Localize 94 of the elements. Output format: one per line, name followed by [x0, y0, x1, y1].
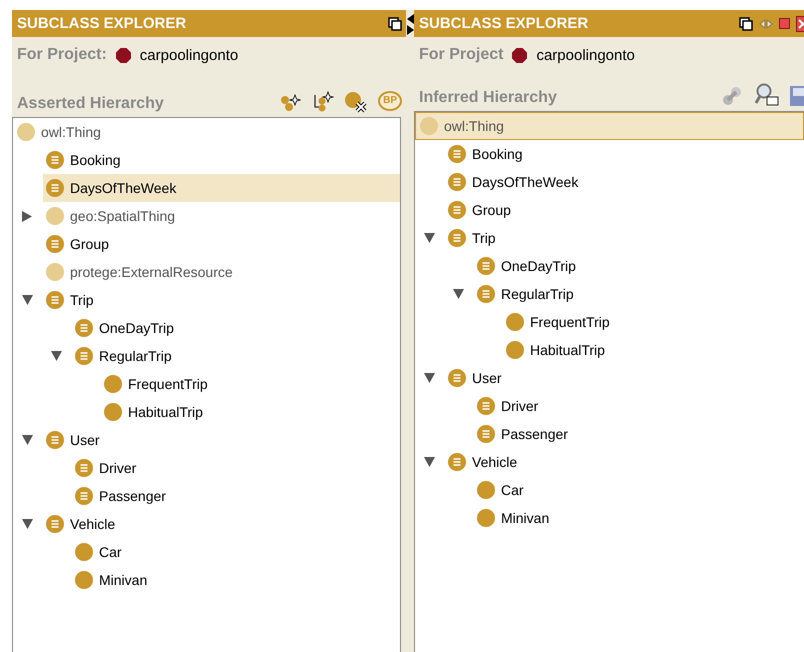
defined-class-icon	[46, 431, 64, 449]
tree-item[interactable]: RegularTrip	[477, 280, 804, 308]
class-icon	[104, 375, 122, 393]
expanded-arrow-icon[interactable]	[424, 457, 435, 467]
tree-item[interactable]: User	[448, 364, 804, 392]
tree-item[interactable]: Booking	[46, 146, 400, 174]
tree-item[interactable]: Passenger	[75, 482, 400, 510]
tree-item[interactable]: OneDayTrip	[75, 314, 400, 342]
defined-class-icon	[448, 145, 466, 163]
tree-item[interactable]: HabitualTrip	[104, 398, 400, 426]
project-label: For Project:	[17, 46, 107, 64]
hierarchy-label: Inferred Hierarchy	[419, 89, 557, 107]
tree-item[interactable]: HabitualTrip	[506, 336, 804, 364]
splitter-arrows-icon[interactable]	[406, 12, 414, 36]
class-icon	[17, 123, 35, 141]
expanded-arrow-icon[interactable]	[453, 289, 464, 299]
defined-class-icon	[75, 459, 93, 477]
defined-class-icon	[448, 453, 466, 471]
defined-class-icon	[477, 285, 495, 303]
tree-item[interactable]: Vehicle	[448, 448, 804, 476]
tree-item[interactable]: Vehicle	[46, 510, 400, 538]
add-sibling-icon[interactable]	[312, 91, 334, 113]
expanded-arrow-icon[interactable]	[51, 351, 62, 361]
tree-item[interactable]: DaysOfTheWeek	[448, 168, 804, 196]
expanded-arrow-icon[interactable]	[424, 373, 435, 383]
delete-class-icon[interactable]	[344, 91, 368, 113]
expanded-arrow-icon[interactable]	[22, 295, 33, 305]
class-icon	[420, 117, 438, 135]
tree-item[interactable]: owl:Thing	[417, 113, 803, 139]
close-icon[interactable]	[796, 16, 804, 32]
tree-item[interactable]: DaysOfTheWeek	[43, 174, 400, 202]
tree-item[interactable]: protege:ExternalResource	[46, 258, 400, 286]
class-icon	[46, 263, 64, 281]
panel-title: SUBCLASS EXPLORER	[17, 15, 186, 32]
project-icon	[512, 48, 528, 62]
maximize-icon[interactable]	[739, 16, 753, 30]
defined-class-icon	[448, 229, 466, 247]
tree-item[interactable]: Car	[477, 476, 804, 504]
minimize-icon[interactable]	[779, 18, 790, 29]
class-icon	[75, 543, 93, 561]
defined-class-icon	[477, 397, 495, 415]
tree-item[interactable]: Group	[46, 230, 400, 258]
class-icon	[477, 509, 495, 527]
split-icon[interactable]	[759, 18, 773, 28]
defined-class-icon	[46, 151, 64, 169]
class-icon	[104, 403, 122, 421]
defined-class-icon	[75, 347, 93, 365]
defined-class-icon	[75, 319, 93, 337]
collapsed-arrow-icon[interactable]	[22, 210, 32, 222]
defined-class-icon	[448, 201, 466, 219]
project-label: For Project	[419, 46, 504, 64]
class-icon	[506, 341, 524, 359]
tree-item[interactable]: OneDayTrip	[477, 252, 804, 280]
maximize-icon[interactable]	[388, 16, 402, 30]
defined-class-icon	[46, 235, 64, 253]
save-icon[interactable]	[790, 85, 804, 107]
expanded-arrow-icon[interactable]	[424, 233, 435, 243]
class-icon	[46, 207, 64, 225]
tree-item[interactable]: geo:SpatialThing	[46, 202, 400, 230]
tree-item[interactable]: Car	[75, 538, 400, 566]
defined-class-icon	[46, 515, 64, 533]
defined-class-icon	[477, 425, 495, 443]
class-icon	[75, 571, 93, 589]
project-name: carpoolingonto	[536, 46, 635, 64]
tree-item[interactable]: FrequentTrip	[506, 308, 804, 336]
tree-item[interactable]: FrequentTrip	[104, 370, 400, 398]
expanded-arrow-icon[interactable]	[22, 519, 33, 529]
panel-title: SUBCLASS EXPLORER	[419, 15, 588, 32]
hierarchy-label: Asserted Hierarchy	[17, 95, 164, 113]
defined-class-icon	[75, 487, 93, 505]
tree-item[interactable]: Minivan	[75, 566, 400, 594]
defined-class-icon	[448, 369, 466, 387]
defined-class-icon	[46, 179, 64, 197]
tree-item[interactable]: RegularTrip	[75, 342, 400, 370]
tree-item[interactable]: Passenger	[477, 420, 804, 448]
tree-item[interactable]: owl:Thing	[17, 118, 400, 146]
tree-item[interactable]: User	[46, 426, 400, 454]
defined-class-icon	[448, 173, 466, 191]
tree-item[interactable]: Driver	[75, 454, 400, 482]
tree-item[interactable]: Group	[448, 196, 804, 224]
defined-class-icon	[477, 257, 495, 275]
class-icon	[506, 313, 524, 331]
project-icon	[116, 48, 131, 62]
defined-class-icon	[46, 291, 64, 309]
tree-item[interactable]: Driver	[477, 392, 804, 420]
tree-item[interactable]: Minivan	[477, 504, 804, 532]
tree-item[interactable]: Trip	[448, 224, 804, 252]
project-name: carpoolingonto	[140, 46, 238, 64]
search-icon[interactable]	[754, 83, 780, 107]
class-icon	[477, 481, 495, 499]
tree-item[interactable]: Booking	[448, 140, 804, 168]
add-subclass-icon[interactable]	[280, 93, 302, 113]
tree-item[interactable]: Trip	[46, 286, 400, 314]
expanded-arrow-icon[interactable]	[22, 435, 33, 445]
